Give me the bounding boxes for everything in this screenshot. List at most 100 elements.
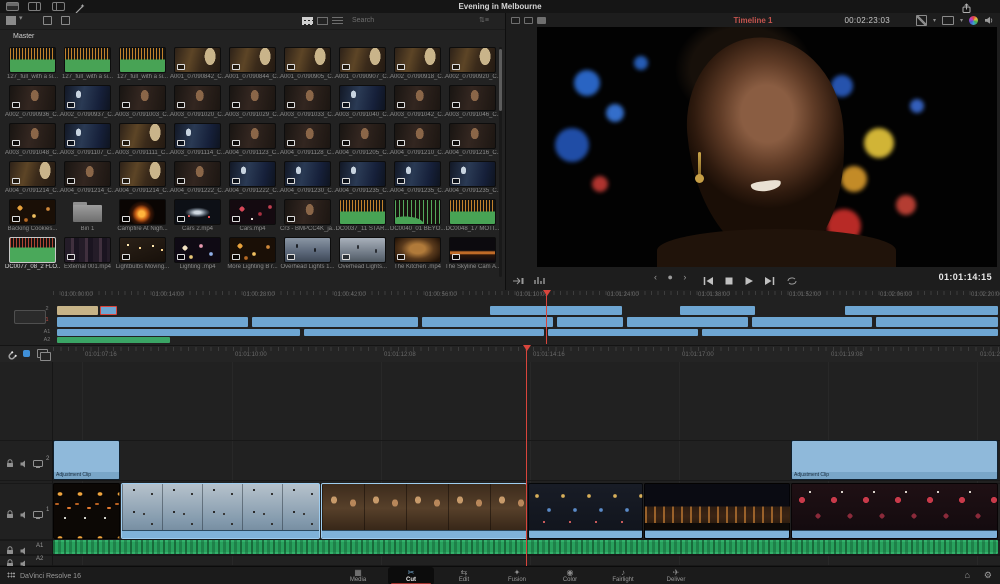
monitor-icon[interactable] bbox=[33, 506, 43, 524]
chevron-down-icon[interactable]: ▾ bbox=[960, 17, 963, 24]
media-clip[interactable]: DC0077_08_2 FLO... bbox=[5, 236, 60, 274]
import-media-icon[interactable] bbox=[43, 16, 52, 25]
media-clip[interactable]: Bin 1 bbox=[60, 198, 115, 236]
media-clip[interactable]: A004_07091235_C... bbox=[445, 160, 500, 198]
mute-icon[interactable] bbox=[20, 455, 29, 473]
chevron-down-icon[interactable]: ▾ bbox=[19, 14, 23, 23]
media-clip[interactable]: A004_07091128_C... bbox=[280, 122, 335, 160]
track-header[interactable]: 1 bbox=[0, 483, 52, 539]
stop-icon[interactable] bbox=[724, 273, 734, 291]
minimap-clip[interactable] bbox=[57, 317, 248, 327]
timeline-video-clip[interactable] bbox=[321, 483, 527, 539]
apps-grid-icon[interactable] bbox=[7, 572, 15, 580]
media-clip[interactable]: DC0040_01 BEYO... bbox=[390, 198, 445, 236]
media-clip[interactable]: 127_full_with a si... bbox=[5, 46, 60, 84]
media-clip[interactable]: A002_07090937_C... bbox=[60, 84, 115, 122]
media-clip[interactable]: The Skyline Cam A... bbox=[445, 236, 500, 274]
media-clip[interactable]: Cars.mp4 bbox=[225, 198, 280, 236]
media-clip[interactable]: A003_07091020_C... bbox=[170, 84, 225, 122]
timeline-ruler[interactable]: 01:01:07:1601:01:10:0001:01:12:0801:01:1… bbox=[0, 345, 1000, 363]
media-clip[interactable]: A002_07090920_C... bbox=[445, 46, 500, 84]
media-clip[interactable]: A003_07091111_C... bbox=[115, 122, 170, 160]
media-clip[interactable]: A003_07091046_C... bbox=[445, 84, 500, 122]
media-clip[interactable]: The Kitchen .mp4 bbox=[390, 236, 445, 274]
media-clip[interactable]: DC0048_17 MOTI... bbox=[445, 198, 500, 236]
media-clip[interactable]: A004_07091230_C... bbox=[280, 160, 335, 198]
chevron-down-icon[interactable]: ▾ bbox=[933, 17, 936, 24]
track-header[interactable]: 2 bbox=[0, 440, 52, 480]
tab-fairlight[interactable]: ♪Fairlight bbox=[600, 567, 646, 584]
tab-color[interactable]: ◉Color bbox=[547, 567, 593, 584]
media-clip[interactable]: A001_07090842_C... bbox=[170, 46, 225, 84]
minimap-clip[interactable] bbox=[304, 329, 544, 336]
lock-icon[interactable] bbox=[6, 455, 14, 473]
timeline-video-clip[interactable] bbox=[644, 483, 790, 539]
track-header[interactable]: A2 bbox=[0, 555, 52, 565]
media-clip[interactable]: A004_07091214_C... bbox=[5, 160, 60, 198]
media-clip[interactable]: A004_07091123_C... bbox=[225, 122, 280, 160]
minimap-clip[interactable] bbox=[752, 317, 872, 327]
minimap-clip[interactable] bbox=[702, 329, 998, 336]
media-clip[interactable]: A004_07091210_C... bbox=[390, 122, 445, 160]
minimap-playhead[interactable] bbox=[546, 293, 547, 344]
minimap-clip[interactable] bbox=[557, 317, 623, 327]
jog-control[interactable]: ‹ ● › bbox=[654, 272, 690, 282]
search-input[interactable]: Search bbox=[352, 17, 374, 26]
minimap-playhead-marker[interactable] bbox=[543, 290, 551, 296]
resize-icon[interactable] bbox=[916, 15, 927, 26]
camera-icon[interactable] bbox=[942, 16, 954, 25]
color-wheels-icon[interactable] bbox=[969, 16, 978, 25]
minimap-clip[interactable] bbox=[57, 337, 170, 343]
media-clip[interactable]: Lighting .mp4 bbox=[170, 236, 225, 274]
skip-forward-icon[interactable] bbox=[764, 273, 776, 291]
tab-deliver[interactable]: ✈Deliver bbox=[653, 567, 699, 584]
timeline-tracks[interactable]: Adjustment ClipAdjustment Clip bbox=[0, 362, 1000, 566]
monitor-icon[interactable] bbox=[33, 455, 43, 473]
media-clip[interactable]: A003_07091042_C... bbox=[390, 84, 445, 122]
timeline-video-clip[interactable] bbox=[121, 483, 320, 539]
skip-back-icon[interactable] bbox=[702, 273, 714, 291]
viewer-video[interactable] bbox=[537, 27, 997, 267]
media-clip[interactable]: 127_full_with a si... bbox=[115, 46, 170, 84]
minimap-clip[interactable] bbox=[57, 306, 98, 315]
timeline-video-clip[interactable] bbox=[791, 483, 998, 539]
audio-meters-icon[interactable] bbox=[534, 273, 546, 291]
media-pool-scrollbar[interactable] bbox=[499, 47, 502, 277]
media-clip[interactable]: A004_07091216_C... bbox=[445, 122, 500, 160]
media-clip[interactable]: External 001.mp4 bbox=[60, 236, 115, 274]
minimap-tool-box[interactable] bbox=[14, 310, 46, 324]
media-clip[interactable]: A003_07091107_C... bbox=[60, 122, 115, 160]
minimap-clip[interactable] bbox=[845, 306, 998, 315]
project-manager-icon[interactable]: ⌂ bbox=[964, 570, 969, 581]
media-clip[interactable]: A004_07091235_C... bbox=[335, 160, 390, 198]
tab-cut[interactable]: ✂Cut bbox=[388, 567, 434, 584]
media-clip[interactable]: A004_07091222_C... bbox=[225, 160, 280, 198]
minimap-clip[interactable] bbox=[548, 329, 698, 336]
media-clip[interactable]: A003_07091048_C... bbox=[5, 122, 60, 160]
scrollbar-thumb[interactable] bbox=[499, 49, 502, 111]
media-clip[interactable]: A003_07091033_C... bbox=[280, 84, 335, 122]
playhead-marker[interactable] bbox=[523, 345, 531, 351]
minimap-clip[interactable] bbox=[876, 317, 998, 327]
minimap-clip[interactable] bbox=[422, 317, 553, 327]
media-clip[interactable]: Backing Cookies... bbox=[5, 198, 60, 236]
timeline-view-option-icon[interactable] bbox=[37, 349, 48, 358]
media-clip[interactable]: A001_07090905_C... bbox=[280, 46, 335, 84]
media-clip[interactable]: A002_07090918_C... bbox=[390, 46, 445, 84]
tab-media[interactable]: ▦Media bbox=[335, 567, 381, 584]
track-header[interactable]: A1 bbox=[0, 540, 52, 554]
media-clip[interactable]: A004_07091235_C... bbox=[390, 160, 445, 198]
minimap-clip[interactable] bbox=[252, 317, 418, 327]
minimap-clip[interactable] bbox=[490, 306, 622, 315]
playhead[interactable] bbox=[526, 348, 527, 566]
tab-edit[interactable]: ⇆Edit bbox=[441, 567, 487, 584]
play-icon[interactable] bbox=[744, 273, 754, 291]
adjustment-clip[interactable]: Adjustment Clip bbox=[791, 440, 998, 480]
media-clip[interactable]: A001_07090907_C... bbox=[335, 46, 390, 84]
media-clip[interactable]: 127_full_with a si... bbox=[60, 46, 115, 84]
lock-icon[interactable] bbox=[6, 506, 14, 524]
media-clip[interactable]: A004_07091205_C... bbox=[335, 122, 390, 160]
minimap-clip[interactable] bbox=[680, 306, 755, 315]
import-bin-icon[interactable] bbox=[61, 16, 70, 25]
timeline-minimap[interactable]: 01:00:00:0001:00:14:0001:00:28:0001:00:4… bbox=[0, 290, 1000, 345]
